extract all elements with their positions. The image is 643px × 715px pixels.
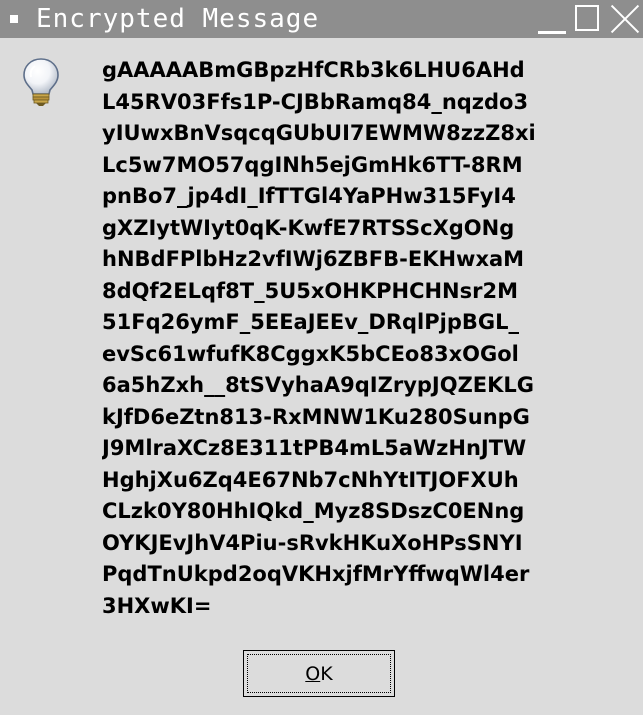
encrypted-message-text: gAAAAABmGBpzHfCRb3k6LHU6AHd L45RV03Ffs1P-… xyxy=(102,55,632,622)
message-line: OYKJEvJhV4Piu-sRvkHKuXoHPsSNYI xyxy=(102,530,523,555)
window-controls xyxy=(533,0,643,38)
message-line: 3HXwKI= xyxy=(102,593,212,618)
ok-button-label: OK xyxy=(305,663,333,685)
lightbulb-icon xyxy=(22,57,60,107)
title-bar[interactable]: Encrypted Message xyxy=(0,0,643,38)
message-line: 51Fq26ymF_5EEaJEEv_DRqlPjpBGL_ xyxy=(102,310,519,334)
message-line: yIUwxBnVsqcqGUbUI7EWMW8zzZ8xi xyxy=(102,121,536,145)
message-line: kJfD6eZtn813-RxMNW1Ku280SunpG xyxy=(102,404,530,429)
message-line: gAAAAABmGBpzHfCRb3k6LHU6AHd xyxy=(102,58,525,82)
message-line: 6a5hZxh__8tSVyhaA9qIZrypJQZEKLG xyxy=(102,373,535,397)
message-line: Lc5w7MO57qgINh5ejGmHk6TT-8RM xyxy=(102,152,523,177)
encrypted-message-dialog: Encrypted Message gAAAAABmGBpzHfCRb3k6LH… xyxy=(0,0,643,715)
message-line: CLzk0Y80HhIQkd_Myz8SDszC0ENng xyxy=(102,499,525,523)
message-line: PqdTnUkpd2oqVKHxjfMrYffwqWl4er xyxy=(102,562,530,586)
message-line: gXZIytWIyt0qK-KwfE7RTSScXgONg xyxy=(102,215,515,240)
maximize-icon[interactable] xyxy=(571,0,607,38)
message-line: HghjXu6Zq4E67Nb7cNhYtITJOFXUh xyxy=(102,467,519,492)
message-line: 8dQf2ELqf8T_5U5xOHKPHCHNsr2M xyxy=(102,278,518,303)
minimize-icon[interactable] xyxy=(533,0,569,38)
message-line: pnBo7_jp4dI_IfTTGl4YaPHw315FyI4 xyxy=(102,184,516,208)
close-icon[interactable] xyxy=(607,0,643,38)
window-title: Encrypted Message xyxy=(36,4,320,34)
window-menu-icon[interactable] xyxy=(10,15,18,23)
message-line: L45RV03Ffs1P-CJBbRamq84_nqzdo3 xyxy=(102,89,529,114)
message-line: hNBdFPlbHz2vfIWj6ZBFB-EKHwxaM xyxy=(102,247,525,271)
message-line: J9MlraXCz8E311tPB4mL5aWzHnJTW xyxy=(102,436,527,460)
message-line: evSc61wfufK8CggxK5bCEo83xOGol xyxy=(102,341,519,366)
ok-button[interactable]: OK xyxy=(243,650,395,697)
